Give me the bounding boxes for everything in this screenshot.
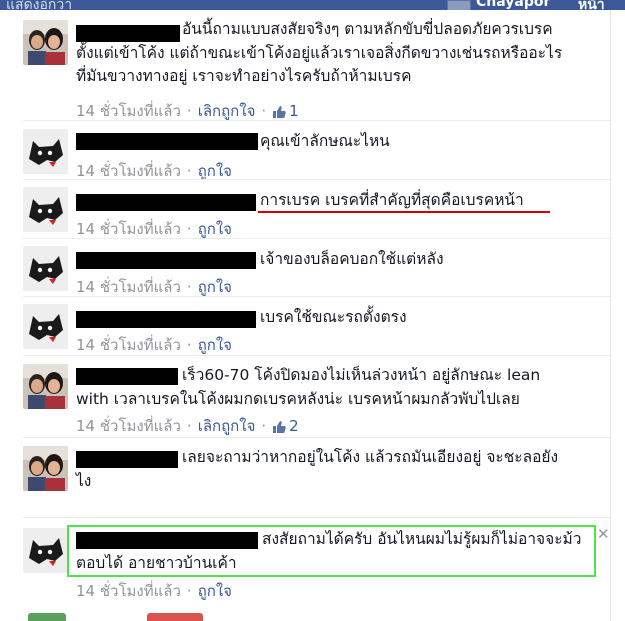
- comment-divider: [23, 517, 610, 518]
- green-highlight-box: [67, 525, 596, 577]
- like-link[interactable]: ถูกใจ: [198, 336, 232, 354]
- like-count[interactable]: 1: [289, 102, 299, 120]
- like-link[interactable]: ถูกใจ: [198, 278, 232, 296]
- comment-divider: [23, 179, 610, 180]
- bottom-partial-element: [28, 613, 66, 621]
- comment-meta: 14 ชั่วโมงที่แล้ว · ถูกใจ: [76, 333, 232, 357]
- timestamp[interactable]: 14 ชั่วโมงที่แล้ว: [76, 336, 181, 354]
- comment-text: เจ้าของบล็อคบอกใช้แต่หลัง: [260, 250, 444, 268]
- dog-avatar-icon: [23, 129, 68, 174]
- profile-avatar[interactable]: [447, 0, 471, 10]
- avatar[interactable]: [23, 187, 68, 232]
- timestamp[interactable]: 14 ชั่วโมงที่แล้ว: [76, 582, 181, 600]
- avatar[interactable]: [23, 304, 68, 349]
- avatar[interactable]: [23, 20, 68, 65]
- like-link[interactable]: ถูกใจ: [198, 162, 232, 180]
- separator-dot: ·: [261, 417, 267, 435]
- comment-meta: 14 ชั่วโมงที่แล้ว · ถูกใจ: [76, 579, 232, 603]
- dog-avatar-icon: [23, 246, 68, 291]
- person-photo-icon: [23, 446, 68, 491]
- avatar[interactable]: [23, 246, 68, 291]
- avatar[interactable]: [23, 129, 68, 174]
- comment-divider: [23, 355, 610, 356]
- home-link[interactable]: หน้าแรก: [578, 0, 625, 10]
- close-icon[interactable]: ✕: [597, 525, 610, 543]
- comment-meta: 14 ชั่วโมงที่แล้ว · เลิกถูกใจ · 2: [76, 414, 299, 438]
- red-underline-highlight: [258, 211, 550, 213]
- thumbs-up-icon: [272, 420, 286, 438]
- separator-dot: ·: [186, 582, 192, 600]
- separator-dot: ·: [186, 162, 192, 180]
- timestamp[interactable]: 14 ชั่วโมงที่แล้ว: [76, 162, 181, 180]
- comment-divider: [23, 437, 610, 438]
- avatar[interactable]: [23, 364, 68, 409]
- comment-text: คุณเข้าลักษณะไหน: [260, 132, 390, 150]
- comment-divider: [23, 238, 610, 239]
- dog-avatar-icon: [23, 528, 68, 573]
- separator-dot: ·: [186, 102, 192, 120]
- column-divider: [610, 10, 611, 621]
- timestamp[interactable]: 14 ชั่วโมงที่แล้ว: [76, 220, 181, 238]
- like-count[interactable]: 2: [289, 417, 299, 435]
- profile-name-link[interactable]: Chayapor: [476, 0, 550, 10]
- dog-avatar-icon: [23, 304, 68, 349]
- timestamp[interactable]: 14 ชั่วโมงที่แล้ว: [76, 278, 181, 296]
- separator-dot: ·: [261, 102, 267, 120]
- separator-dot: ·: [186, 336, 192, 354]
- unlike-link[interactable]: เลิกถูกใจ: [198, 417, 256, 435]
- dog-avatar-icon: [23, 187, 68, 232]
- separator-dot: ·: [186, 220, 192, 238]
- avatar[interactable]: [23, 528, 68, 573]
- top-bar-left-text[interactable]: แสดงอีกว่า: [6, 0, 72, 10]
- separator-dot: ·: [186, 417, 192, 435]
- comment-text: เร็ว60-70 โค้งปิดมองไม่เห็นล่วงหน้า อยู่…: [76, 366, 541, 408]
- like-link[interactable]: ถูกใจ: [198, 220, 232, 238]
- timestamp[interactable]: 14 ชั่วโมงที่แล้ว: [76, 417, 181, 435]
- comment-text: อันนี้ถามแบบสงสัยจริงๆ ตามหลักขับขี่ปลอด…: [76, 20, 563, 85]
- comment-text: การเบรค เบรคที่สำคัญที่สุดคือเบรคหน้า: [260, 191, 524, 209]
- top-nav-bar: แสดงอีกว่า Chayapor หน้าแรก: [0, 0, 625, 10]
- like-link[interactable]: ถูกใจ: [198, 582, 232, 600]
- person-photo-icon: [23, 364, 68, 409]
- separator-dot: ·: [186, 278, 192, 296]
- timestamp[interactable]: 14 ชั่วโมงที่แล้ว: [76, 102, 181, 120]
- unlike-link[interactable]: เลิกถูกใจ: [198, 102, 256, 120]
- comment-text: เบรคใช้ขณะรถตั้งตรง: [260, 308, 407, 326]
- comment-divider: [23, 120, 610, 121]
- person-photo-icon: [23, 20, 68, 65]
- avatar[interactable]: [23, 446, 68, 491]
- bottom-partial-element: [147, 613, 203, 621]
- comment-text: เลยจะถามว่าหากอยู่ในโค้ง แล้วรถมันเอียงอ…: [76, 448, 559, 490]
- comment-divider: [23, 296, 610, 297]
